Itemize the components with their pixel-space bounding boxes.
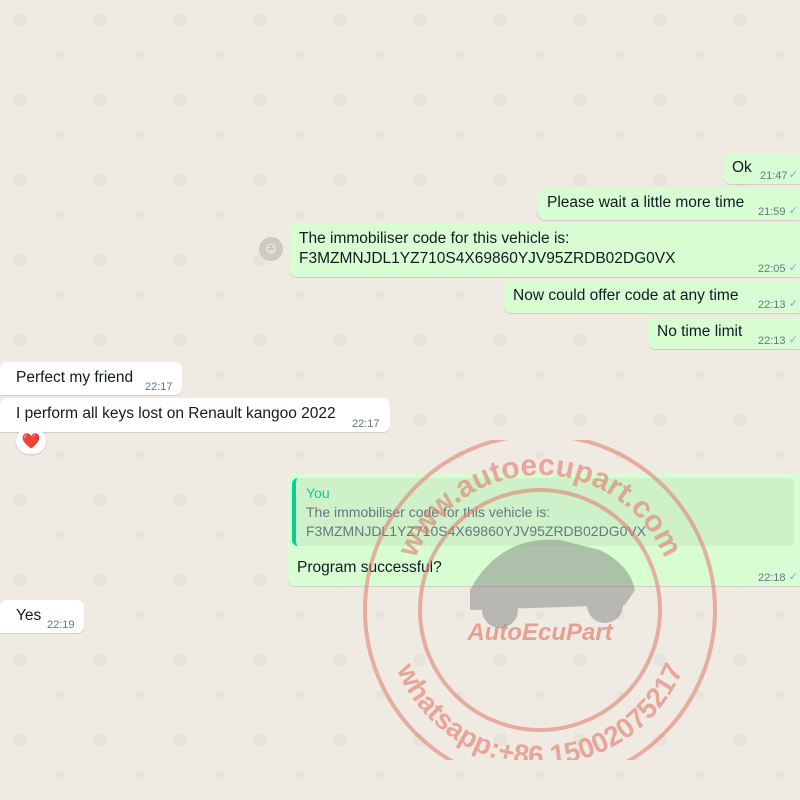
message-time: 21:47 [760, 170, 788, 182]
message-outgoing-reply[interactable]: You The immobiliser code for this vehicl… [288, 474, 800, 586]
heart-reaction-icon[interactable]: ❤️ [16, 428, 46, 454]
message-outgoing[interactable]: Now could offer code at any time 22:13 ✓ [504, 281, 800, 313]
message-incoming[interactable]: Yes 22:19 [0, 600, 84, 633]
quote-author: You [306, 485, 330, 501]
message-text: Now could offer code at any time [513, 287, 739, 304]
message-outgoing[interactable]: The immobiliser code for this vehicle is… [290, 223, 800, 277]
message-text: No time limit [657, 323, 743, 340]
message-incoming[interactable]: Perfect my friend 22:17 [0, 362, 182, 395]
message-time: 22:13 [758, 335, 786, 347]
double-check-icon: ✓ [788, 298, 798, 310]
message-time: 22:18 [758, 572, 786, 584]
message-text: Yes [16, 607, 42, 624]
message-time: 22:17 [145, 381, 173, 393]
message-text: I perform all keys lost on Renault kango… [16, 405, 336, 422]
quote-text: The immobiliser code for this vehicle is… [306, 504, 551, 520]
quote-code: F3MZMNJDL1YZ710S4X69860YJV95ZRDB02DG0VX [306, 523, 647, 539]
message-time: 22:19 [47, 619, 75, 631]
message-time: 22:17 [352, 418, 380, 430]
message-outgoing[interactable]: No time limit 22:13 ✓ [648, 317, 800, 349]
double-check-icon: ✓ [788, 571, 798, 583]
message-text: The immobiliser code for this vehicle is… [299, 230, 570, 247]
message-time: 21:59 [758, 206, 786, 218]
message-time: 22:13 [758, 299, 786, 311]
message-text: Perfect my friend [16, 369, 134, 386]
message-outgoing[interactable]: Please wait a little more time 21:59 ✓ [538, 188, 800, 220]
double-check-icon: ✓ [788, 262, 798, 274]
smiley-icon[interactable]: ☺ [259, 237, 283, 261]
double-check-icon: ✓ [788, 205, 798, 217]
message-text: Program successful? [297, 559, 442, 576]
message-code: F3MZMNJDL1YZ710S4X69860YJV95ZRDB02DG0VX [299, 250, 676, 267]
quoted-message[interactable]: You The immobiliser code for this vehicl… [292, 478, 794, 546]
message-text: Please wait a little more time [547, 194, 745, 211]
message-time: 22:05 [758, 263, 786, 275]
double-check-icon: ✓ [788, 169, 798, 181]
message-outgoing[interactable]: Ok 21:47 ✓ [724, 154, 800, 184]
message-text: Ok [732, 159, 752, 176]
double-check-icon: ✓ [788, 334, 798, 346]
message-incoming[interactable]: I perform all keys lost on Renault kango… [0, 398, 390, 432]
